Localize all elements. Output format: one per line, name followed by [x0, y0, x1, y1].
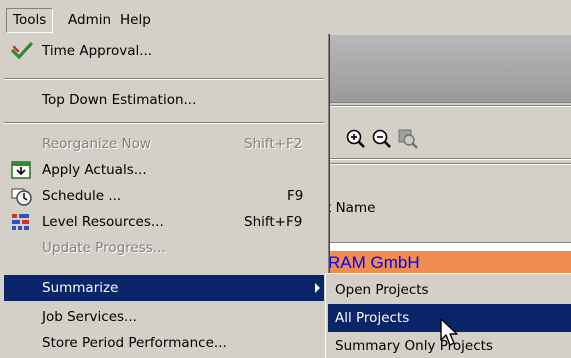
menu-item-label: Update Progress... — [42, 240, 166, 256]
company-row[interactable]: RAM GmbH — [320, 251, 571, 275]
menu-admin[interactable]: Admin — [62, 8, 117, 33]
tools-menu: Time Approval... Top Down Estimation... … — [0, 34, 330, 358]
mouse-cursor-icon — [439, 318, 465, 348]
menu-separator — [4, 78, 324, 80]
menu-item-job-services[interactable]: Job Services... — [4, 304, 324, 330]
grid-header: t Name — [320, 168, 571, 243]
menu-item-top-down-estimation[interactable]: Top Down Estimation... — [4, 87, 324, 113]
apply-actuals-icon — [11, 161, 31, 179]
menu-item-update-progress: Update Progress... — [4, 235, 324, 261]
company-name: RAM GmbH — [328, 253, 420, 272]
zoom-in-icon[interactable] — [344, 127, 368, 151]
shortcut-label: Shift+F2 — [244, 136, 303, 152]
menu-separator — [4, 122, 324, 124]
window-banner — [320, 35, 571, 103]
menu-item-store-period-performance[interactable]: Store Period Performance... — [4, 330, 324, 356]
checkmark-icon — [11, 42, 33, 60]
menu-bar: Tools Admin Help — [0, 0, 571, 35]
menu-help[interactable]: Help — [114, 8, 157, 33]
schedule-clock-icon — [11, 187, 32, 206]
menu-item-time-approval[interactable]: Time Approval... — [4, 38, 324, 64]
menu-item-label: Job Services... — [42, 309, 137, 325]
menu-item-label: Reorganize Now — [42, 136, 151, 152]
menu-item-label: Level Resources... — [42, 214, 164, 230]
menu-item-label: Top Down Estimation... — [42, 92, 197, 108]
submenu-item-label: Open Projects — [335, 282, 429, 298]
zoom-out-icon[interactable] — [370, 127, 394, 151]
level-resources-icon — [11, 213, 31, 231]
zoom-fit-icon[interactable] — [396, 127, 420, 151]
menu-item-summarize[interactable]: Summarize — [4, 275, 324, 301]
submenu-arrow-icon — [315, 283, 320, 293]
submenu-item-open-projects[interactable]: Open Projects — [328, 276, 571, 304]
toolbar-separator-bottom-2 — [320, 163, 571, 165]
menu-item-label: Time Approval... — [42, 43, 153, 59]
menu-item-label: Summarize — [42, 280, 119, 296]
column-header-name[interactable]: t Name — [326, 200, 375, 216]
toolbar-separator-bottom — [320, 158, 571, 160]
shortcut-label: F9 — [287, 188, 304, 204]
menu-item-label: Schedule ... — [42, 188, 122, 204]
menu-item-label: Apply Actuals... — [42, 162, 147, 178]
menu-item-level-resources[interactable]: Level Resources... Shift+F9 — [4, 209, 324, 235]
menu-item-schedule[interactable]: Schedule ... F9 — [4, 183, 324, 209]
submenu-item-label: All Projects — [335, 310, 410, 326]
menu-item-label: Store Period Performance... — [42, 335, 227, 351]
submenu-item-label: Summary Only Projects — [335, 338, 493, 354]
menu-tools[interactable]: Tools — [6, 8, 54, 33]
toolbar-separator-top — [320, 105, 571, 107]
shortcut-label: Shift+F9 — [244, 214, 303, 230]
toolbar — [320, 103, 571, 168]
menu-item-apply-actuals[interactable]: Apply Actuals... — [4, 157, 324, 183]
menu-item-reorganize-now: Reorganize Now Shift+F2 — [4, 131, 324, 157]
